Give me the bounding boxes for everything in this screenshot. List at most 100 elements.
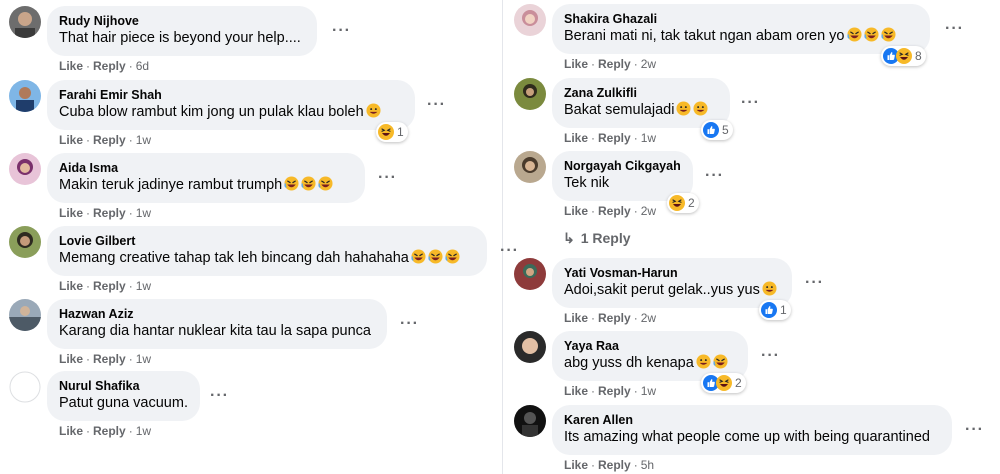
comment-timestamp[interactable]: 2w xyxy=(641,57,656,71)
avatar[interactable] xyxy=(514,78,546,110)
avatar[interactable] xyxy=(514,331,546,363)
reply-button[interactable]: Reply xyxy=(598,458,631,472)
comment-author[interactable]: Hazwan Aziz xyxy=(59,306,375,322)
comment: Zana Zulkifli Bakat semulajadi ··· Like · Rep… xyxy=(505,78,1000,148)
reaction-count: 2 xyxy=(735,376,742,390)
like-button[interactable]: Like xyxy=(564,384,588,398)
avatar[interactable] xyxy=(514,405,546,437)
comment-author[interactable]: Norgayah Cikgayah xyxy=(564,158,681,174)
reply-button[interactable]: Reply xyxy=(598,57,631,71)
separator: · xyxy=(633,57,638,71)
more-options-icon[interactable]: ··· xyxy=(378,170,397,186)
like-button[interactable]: Like xyxy=(59,352,83,366)
rofl-emoji-icon xyxy=(846,27,862,42)
reply-button[interactable]: Reply xyxy=(93,133,126,147)
avatar[interactable] xyxy=(9,226,41,258)
like-button[interactable]: Like xyxy=(59,279,83,293)
avatar[interactable] xyxy=(9,299,41,331)
comment-text: Bakat semulajadi xyxy=(564,101,718,120)
comment-author[interactable]: Karen Allen xyxy=(564,412,940,428)
comment-author[interactable]: Rudy Nijhove xyxy=(59,13,305,29)
more-options-icon[interactable]: ··· xyxy=(210,388,229,404)
column-divider xyxy=(502,0,503,474)
comment-bubble: Hazwan Aziz Karang dia hantar nuklear kit… xyxy=(47,299,387,349)
comment-author[interactable]: Lovie Gilbert xyxy=(59,233,475,249)
avatar[interactable] xyxy=(9,153,41,185)
more-options-icon[interactable]: ··· xyxy=(945,21,964,37)
comment-timestamp[interactable]: 5h xyxy=(641,458,654,472)
reply-button[interactable]: Reply xyxy=(93,279,126,293)
avatar[interactable] xyxy=(514,4,546,36)
comment-author[interactable]: Yati Vosman-Harun xyxy=(564,265,780,281)
like-button[interactable]: Like xyxy=(564,57,588,71)
more-options-icon[interactable]: ··· xyxy=(805,275,824,291)
avatar[interactable] xyxy=(9,80,41,112)
more-options-icon[interactable]: ··· xyxy=(427,97,446,113)
comment-timestamp[interactable]: 1w xyxy=(136,352,151,366)
reaction-summary[interactable]: 8 xyxy=(881,46,926,66)
reaction-count: 1 xyxy=(397,125,404,139)
reply-button[interactable]: Reply xyxy=(93,206,126,220)
comment-text-content: Tek nik xyxy=(564,175,610,191)
more-options-icon[interactable]: ··· xyxy=(332,23,351,39)
comment-timestamp[interactable]: 2w xyxy=(641,311,656,325)
like-button[interactable]: Like xyxy=(564,204,588,218)
comment-timestamp[interactable]: 1w xyxy=(641,131,656,145)
comment-timestamp[interactable]: 1w xyxy=(136,424,151,438)
like-button[interactable]: Like xyxy=(564,131,588,145)
comment-timestamp[interactable]: 6d xyxy=(136,59,149,73)
separator: · xyxy=(128,279,133,293)
like-button[interactable]: Like xyxy=(59,133,83,147)
comment-actions: Like · Reply · 5h xyxy=(564,458,654,472)
comment-timestamp[interactable]: 1w xyxy=(136,279,151,293)
avatar[interactable] xyxy=(514,258,546,290)
reaction-summary[interactable]: 2 xyxy=(701,373,746,393)
more-options-icon[interactable]: ··· xyxy=(705,168,724,184)
reply-button[interactable]: Reply xyxy=(93,352,126,366)
comment-author[interactable]: Nurul Shafika xyxy=(59,378,188,394)
reaction-summary[interactable]: 1 xyxy=(759,300,791,320)
comment-timestamp[interactable]: 2w xyxy=(641,204,656,218)
more-options-icon[interactable]: ··· xyxy=(741,95,760,111)
comment-text: Memang creative tahap tak leh bincang da… xyxy=(59,249,475,268)
comment-timestamp[interactable]: 1w xyxy=(136,206,151,220)
comment-text-content: abg yuss dh kenapa xyxy=(564,355,694,371)
comment-author[interactable]: Shakira Ghazali xyxy=(564,11,918,27)
like-button[interactable]: Like xyxy=(59,59,83,73)
avatar[interactable] xyxy=(9,6,41,38)
reaction-summary[interactable]: 5 xyxy=(701,120,733,140)
reply-button[interactable]: Reply xyxy=(93,424,126,438)
like-button[interactable]: Like xyxy=(59,206,83,220)
like-button[interactable]: Like xyxy=(564,311,588,325)
comment-bubble: Farahi Emir Shah Cuba blow rambut kim jon… xyxy=(47,80,415,130)
reply-arrow-icon: ↳ xyxy=(563,230,575,246)
reply-button[interactable]: Reply xyxy=(93,59,126,73)
reaction-summary[interactable]: 2 xyxy=(667,193,699,213)
comment: Nurul Shafika Patut guna vacuum. ··· Like · R… xyxy=(0,371,500,441)
like-button[interactable]: Like xyxy=(59,424,83,438)
comment-timestamp[interactable]: 1w xyxy=(641,384,656,398)
rofl-emoji-icon xyxy=(411,249,426,264)
comment-author[interactable]: Farahi Emir Shah xyxy=(59,87,403,103)
like-reaction-icon xyxy=(761,302,777,318)
like-button[interactable]: Like xyxy=(564,458,588,472)
reply-button[interactable]: Reply xyxy=(598,384,631,398)
comment-author[interactable]: Zana Zulkifli xyxy=(564,85,718,101)
comment-author[interactable]: Yaya Raa xyxy=(564,338,736,354)
avatar[interactable] xyxy=(9,371,41,403)
view-replies-link[interactable]: ↳ 1 Reply xyxy=(563,230,631,247)
more-options-icon[interactable]: ··· xyxy=(761,348,780,364)
comment-author[interactable]: Aida Isma xyxy=(59,160,353,176)
avatar[interactable] xyxy=(514,151,546,183)
reply-button[interactable]: Reply xyxy=(598,311,631,325)
comment-text: Berani mati ni, tak takut ngan abam oren… xyxy=(564,27,918,46)
reply-button[interactable]: Reply xyxy=(598,131,631,145)
comment-timestamp[interactable]: 1w xyxy=(136,133,151,147)
more-options-icon[interactable]: ··· xyxy=(400,316,419,332)
separator: · xyxy=(591,311,596,325)
separator: · xyxy=(86,352,91,366)
reaction-summary[interactable]: 1 xyxy=(376,122,408,142)
more-options-icon[interactable]: ··· xyxy=(965,422,984,438)
comment-bubble: Zana Zulkifli Bakat semulajadi xyxy=(552,78,730,128)
reply-button[interactable]: Reply xyxy=(598,204,631,218)
